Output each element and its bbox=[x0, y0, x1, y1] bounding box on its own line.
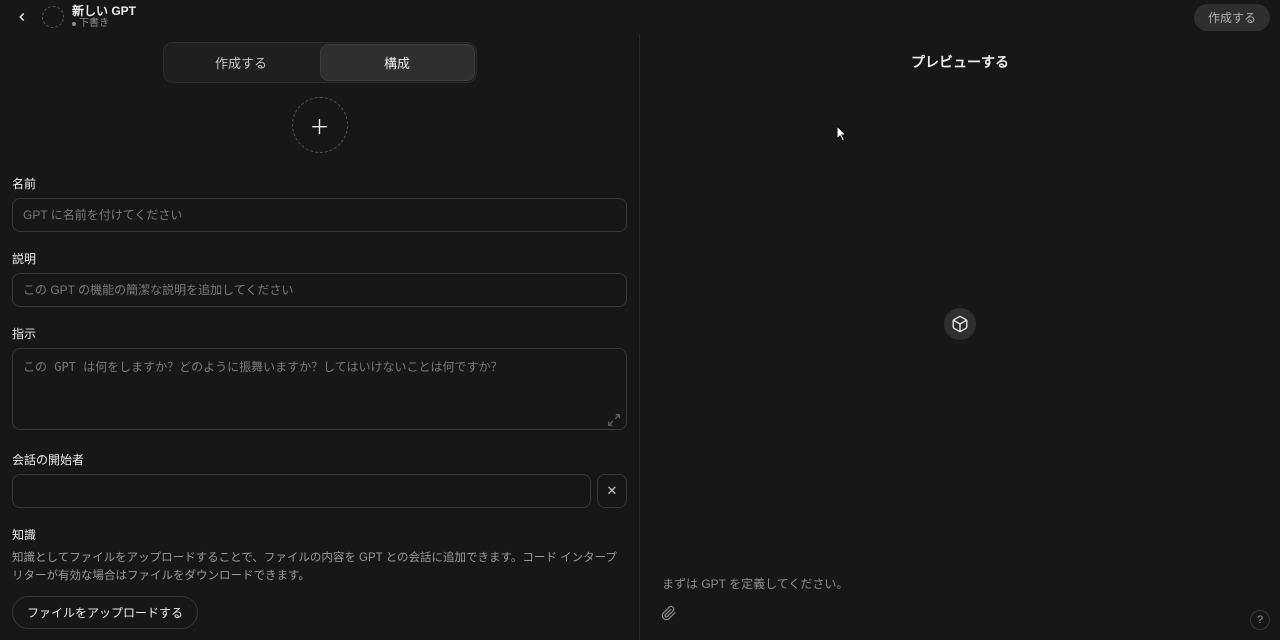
back-button[interactable] bbox=[10, 5, 34, 29]
avatar-upload[interactable]: ＋ bbox=[292, 97, 348, 153]
preview-pane: プレビューする まずは GPT を定義してください。 ? bbox=[640, 34, 1280, 640]
configure-pane: 作成する 構成 ＋ 名前 説明 bbox=[0, 34, 640, 640]
chevron-left-icon bbox=[15, 10, 29, 24]
description-input[interactable] bbox=[12, 273, 627, 307]
expand-icon[interactable] bbox=[607, 413, 621, 427]
tab-configure[interactable]: 構成 bbox=[320, 44, 475, 81]
upload-file-button[interactable]: ファイルをアップロードする bbox=[12, 596, 198, 629]
draft-status: 下書き bbox=[72, 18, 136, 30]
starters-label: 会話の開始者 bbox=[12, 451, 627, 468]
app-header: 新しい GPT 下書き 作成する bbox=[0, 0, 1280, 34]
description-label: 説明 bbox=[12, 250, 627, 267]
starter-input[interactable] bbox=[12, 474, 591, 508]
plus-icon: ＋ bbox=[310, 111, 330, 140]
paperclip-icon bbox=[661, 605, 677, 621]
tab-create[interactable]: 作成する bbox=[164, 45, 319, 80]
create-button[interactable]: 作成する bbox=[1194, 4, 1270, 31]
starter-remove-button[interactable]: ✕ bbox=[597, 474, 627, 508]
instructions-label: 指示 bbox=[12, 325, 627, 342]
close-icon: ✕ bbox=[607, 483, 618, 499]
name-input[interactable] bbox=[12, 198, 627, 232]
attach-button[interactable] bbox=[658, 602, 680, 624]
instructions-textarea[interactable] bbox=[12, 348, 627, 430]
help-button[interactable]: ? bbox=[1250, 610, 1270, 630]
name-label: 名前 bbox=[12, 175, 627, 192]
title-block: 新しい GPT 下書き bbox=[72, 4, 136, 30]
gpt-avatar-placeholder bbox=[42, 6, 64, 28]
mode-tabs: 作成する 構成 bbox=[163, 42, 477, 83]
preview-hint-text: まずは GPT を定義してください。 bbox=[658, 575, 1262, 592]
preview-empty-state bbox=[640, 72, 1280, 575]
cube-icon bbox=[944, 308, 976, 340]
page-title: 新しい GPT bbox=[72, 4, 136, 18]
preview-title: プレビューする bbox=[640, 34, 1280, 72]
knowledge-helper-text: 知識としてファイルをアップロードすることで、ファイルの内容を GPT との会話に… bbox=[12, 549, 627, 586]
knowledge-label: 知識 bbox=[12, 526, 627, 543]
